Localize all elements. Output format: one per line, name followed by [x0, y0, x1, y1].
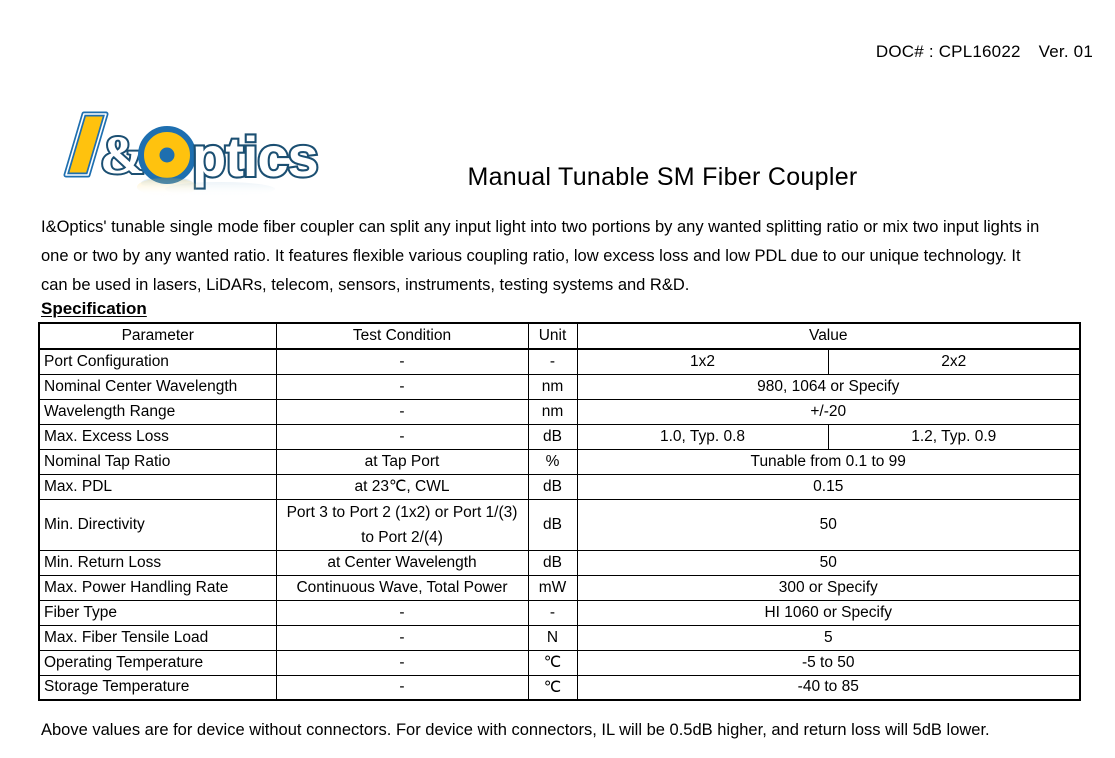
table-row: Min. Directivity Port 3 to Port 2 (1x2) o…: [38, 498, 1081, 551]
doc-number: DOC# : CPL16022: [875, 42, 1021, 61]
cell-unit: -: [527, 599, 578, 626]
cell-unit: -: [527, 348, 578, 375]
cell-value: +/-20: [576, 398, 1081, 425]
cell-unit: N: [527, 624, 578, 651]
cell-parameter: Nominal Tap Ratio: [38, 448, 277, 475]
specification-heading: Specification: [41, 299, 147, 318]
cell-value: Tunable from 0.1 to 99: [576, 448, 1081, 475]
cell-unit: mW: [527, 574, 578, 601]
column-header-test-condition: Test Condition: [275, 322, 529, 350]
table-row: Nominal Center Wavelength - nm 980, 1064 or…: [38, 373, 1081, 400]
cell-value: 980, 1064 or Specify: [576, 373, 1081, 400]
specification-table-wrapper: Parameter Test Condition Unit Value Port…: [38, 322, 1081, 701]
table-row: Max. Fiber Tensile Load - N 5: [38, 624, 1081, 651]
cell-test-condition: at Center Wavelength: [275, 549, 529, 576]
table-row: Max. Excess Loss - dB 1.0, Typ. 0.8 1.2, Typ…: [38, 423, 1081, 450]
cell-parameter: Fiber Type: [38, 599, 277, 626]
cell-unit: dB: [527, 423, 578, 450]
document-header: DOC# : CPL16022 Ver. 01: [876, 42, 1093, 62]
cell-test-condition: -: [275, 649, 529, 676]
cell-test-condition: -: [275, 398, 529, 425]
cell-test-condition: -: [275, 348, 529, 375]
intro-paragraph: I&Optics' tunable single mode fiber coup…: [41, 218, 1040, 294]
page-title: Manual Tunable SM Fiber Coupler: [467, 163, 858, 191]
cell-parameter: Min. Return Loss: [38, 549, 277, 576]
cell-parameter: Wavelength Range: [38, 398, 277, 425]
cell-test-condition: -: [275, 624, 529, 651]
doc-version: Ver. 01: [1038, 42, 1093, 61]
cell-test-condition: at Tap Port: [275, 448, 529, 475]
table-row: Fiber Type - - HI 1060 or Specify: [38, 599, 1081, 626]
table-row: Min. Return Loss at Center Wavelength dB 50: [38, 549, 1081, 576]
cell-value: 5: [576, 624, 1081, 651]
cell-test-condition: Continuous Wave, Total Power: [275, 574, 529, 601]
cell-test-condition: -: [275, 599, 529, 626]
table-header-row: Parameter Test Condition Unit Value: [38, 322, 1081, 350]
table-row: Max. Power Handling Rate Continuous Wave,…: [38, 574, 1081, 601]
cell-unit: dB: [527, 549, 578, 576]
cell-parameter: Max. Power Handling Rate: [38, 574, 277, 601]
cell-value: -40 to 85: [576, 674, 1081, 701]
cell-parameter: Operating Temperature: [38, 649, 277, 676]
cell-test-condition: Port 3 to Port 2 (1x2) or Port 1/(3) to …: [275, 498, 529, 551]
column-header-unit: Unit: [527, 322, 578, 350]
table-row: Wavelength Range - nm +/-20: [38, 398, 1081, 425]
cell-value: 300 or Specify: [576, 574, 1081, 601]
cell-value: 0.15: [576, 473, 1081, 500]
cell-value: 50: [576, 549, 1081, 576]
cell-parameter: Nominal Center Wavelength: [38, 373, 277, 400]
cell-value-1x2: 1x2: [576, 348, 829, 375]
cell-unit: dB: [527, 498, 578, 551]
cell-value: HI 1060 or Specify: [576, 599, 1081, 626]
table-row: Operating Temperature - ℃ -5 to 50: [38, 649, 1081, 676]
cell-value-1x2: 1.0, Typ. 0.8: [576, 423, 829, 450]
table-row: Nominal Tap Ratio at Tap Port% Tunable fro…: [38, 448, 1081, 475]
column-header-parameter: Parameter: [38, 322, 277, 350]
cell-parameter: Storage Temperature: [38, 674, 277, 701]
cell-value-2x2: 1.2, Typ. 0.9: [827, 423, 1081, 450]
column-header-value: Value: [576, 322, 1081, 350]
table-row: Storage Temperature - ℃ -40 to 85: [38, 674, 1081, 701]
cell-unit: dB: [527, 473, 578, 500]
cell-value: -5 to 50: [576, 649, 1081, 676]
cell-parameter: Max. Excess Loss: [38, 423, 277, 450]
footnote-text: Above values are for device without conn…: [41, 721, 990, 739]
cell-unit: ℃: [527, 674, 578, 701]
table-row: Port Configuration - -1x2 2x2: [38, 348, 1081, 375]
table-body: Port Configuration - -1x2 2x2 Nominal Center…: [38, 348, 1081, 701]
cell-parameter: Max. Fiber Tensile Load: [38, 624, 277, 651]
cell-test-condition: -: [275, 423, 529, 450]
cell-test-condition: -: [275, 373, 529, 400]
table-head: Parameter Test Condition Unit Value: [38, 322, 1081, 350]
cell-parameter: Port Configuration: [38, 348, 277, 375]
cell-value-2x2: 2x2: [827, 348, 1081, 375]
cell-unit: nm: [527, 373, 578, 400]
cell-parameter: Min. Directivity: [38, 498, 277, 551]
cell-value: 50: [576, 498, 1081, 551]
cell-test-condition: at 23℃, CWL: [275, 473, 529, 500]
cell-unit: ℃: [527, 649, 578, 676]
cell-unit: nm: [527, 398, 578, 425]
cell-parameter: Max. PDL: [38, 473, 277, 500]
cell-test-condition: -: [275, 674, 529, 701]
table-row: Max. PDL at 23℃, CWL dB 0.15: [38, 473, 1081, 500]
cell-unit: %: [527, 448, 578, 475]
specification-table: Parameter Test Condition Unit Value Port…: [38, 322, 1081, 701]
